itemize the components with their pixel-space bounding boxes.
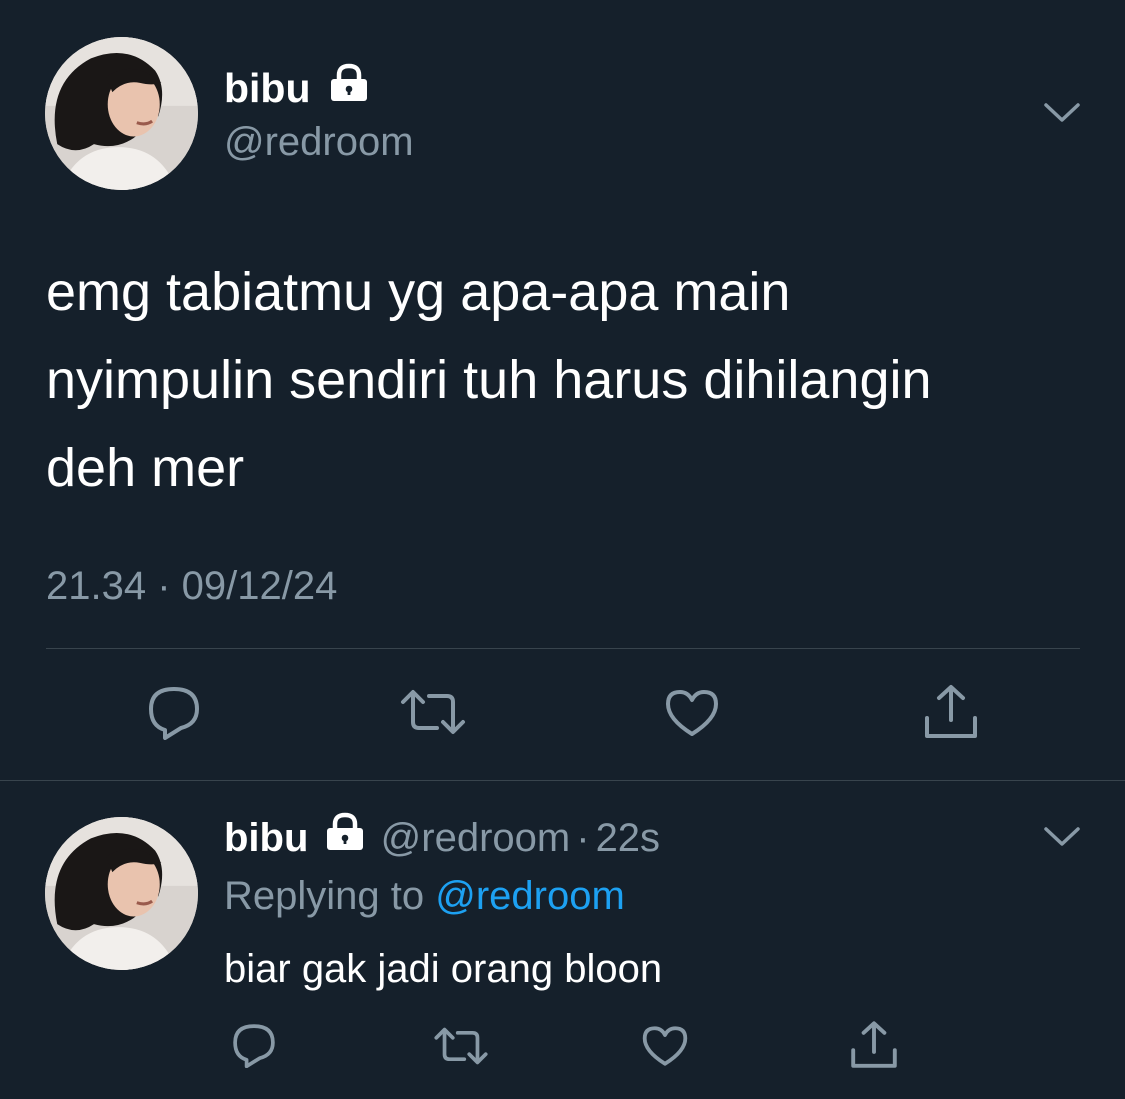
avatar[interactable] <box>45 37 198 190</box>
tweet-text-line: emg tabiatmu yg apa-apa main <box>46 262 791 322</box>
share-icon[interactable] <box>918 680 984 744</box>
avatar-photo <box>45 817 198 970</box>
tweet-text: emg tabiatmu yg apa-apa main nyimpulin s… <box>46 248 932 512</box>
replying-to: Replying to @redroom <box>224 872 625 920</box>
display-name: bibu <box>224 65 311 111</box>
avatar[interactable] <box>45 817 198 970</box>
heart-icon[interactable] <box>638 1022 692 1070</box>
retweet-icon[interactable] <box>432 1022 490 1070</box>
divider <box>0 780 1125 781</box>
reply-header: bibu @redroom · 22s <box>224 812 661 863</box>
heart-icon[interactable] <box>660 684 724 742</box>
avatar-photo <box>45 37 198 190</box>
reply-icon[interactable] <box>142 682 206 742</box>
chevron-down-icon[interactable] <box>1040 96 1084 130</box>
display-name[interactable]: bibu <box>224 816 308 860</box>
separator: · <box>576 816 590 860</box>
divider <box>46 648 1080 649</box>
lock-icon <box>324 812 366 863</box>
reply-icon[interactable] <box>228 1020 280 1070</box>
tweet-timestamp[interactable]: 21.34 · 09/12/24 <box>46 562 337 610</box>
author-handle[interactable]: @redroom <box>381 816 571 860</box>
retweet-icon[interactable] <box>398 682 468 742</box>
tweet-text-line: nyimpulin sendiri tuh harus dihilangin <box>46 350 932 410</box>
author-name[interactable]: bibu <box>224 63 370 113</box>
replying-to-label: Replying to <box>224 874 425 918</box>
tweet-age[interactable]: 22s <box>596 816 661 860</box>
author-handle[interactable]: @redroom <box>224 118 414 166</box>
reply-text: biar gak jadi orang bloon <box>224 947 663 991</box>
lock-icon <box>328 63 370 113</box>
tweet-text-line: deh mer <box>46 438 245 498</box>
replying-to-link[interactable]: @redroom <box>435 874 625 918</box>
chevron-down-icon[interactable] <box>1040 820 1084 854</box>
share-icon[interactable] <box>846 1018 902 1072</box>
